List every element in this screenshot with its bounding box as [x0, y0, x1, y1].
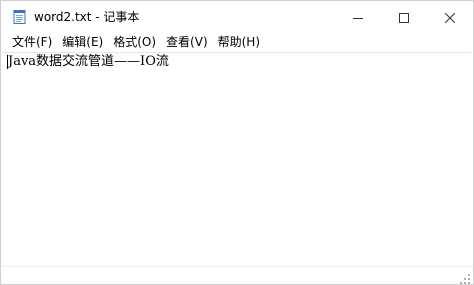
title-bar[interactable]: word2.txt - 记事本	[1, 1, 473, 33]
minimize-icon	[353, 8, 363, 27]
maximize-button[interactable]	[381, 1, 427, 33]
bottom-edge	[2, 266, 473, 284]
minimize-button[interactable]	[335, 1, 381, 33]
menu-file[interactable]: 文件(F)	[7, 34, 57, 51]
menu-bar: 文件(F) 编辑(E) 格式(O) 查看(V) 帮助(H)	[1, 33, 473, 52]
notepad-window: word2.txt - 记事本 文件(F) 编辑(E) 格式(O) 查看(V) …	[0, 0, 474, 285]
close-icon	[444, 8, 456, 27]
editor-content: Java数据交流管道——IO流	[8, 54, 169, 69]
maximize-icon	[399, 8, 409, 27]
menu-view[interactable]: 查看(V)	[161, 34, 213, 51]
notepad-icon[interactable]	[12, 9, 28, 25]
menu-edit[interactable]: 编辑(E)	[57, 34, 108, 51]
menu-help[interactable]: 帮助(H)	[213, 34, 265, 51]
resize-grip-icon[interactable]	[459, 270, 471, 284]
text-editor-area[interactable]: Java数据交流管道——IO流	[2, 52, 471, 268]
window-title: word2.txt - 记事本	[34, 10, 140, 24]
menu-format[interactable]: 格式(O)	[108, 34, 161, 51]
close-button[interactable]	[427, 1, 473, 33]
